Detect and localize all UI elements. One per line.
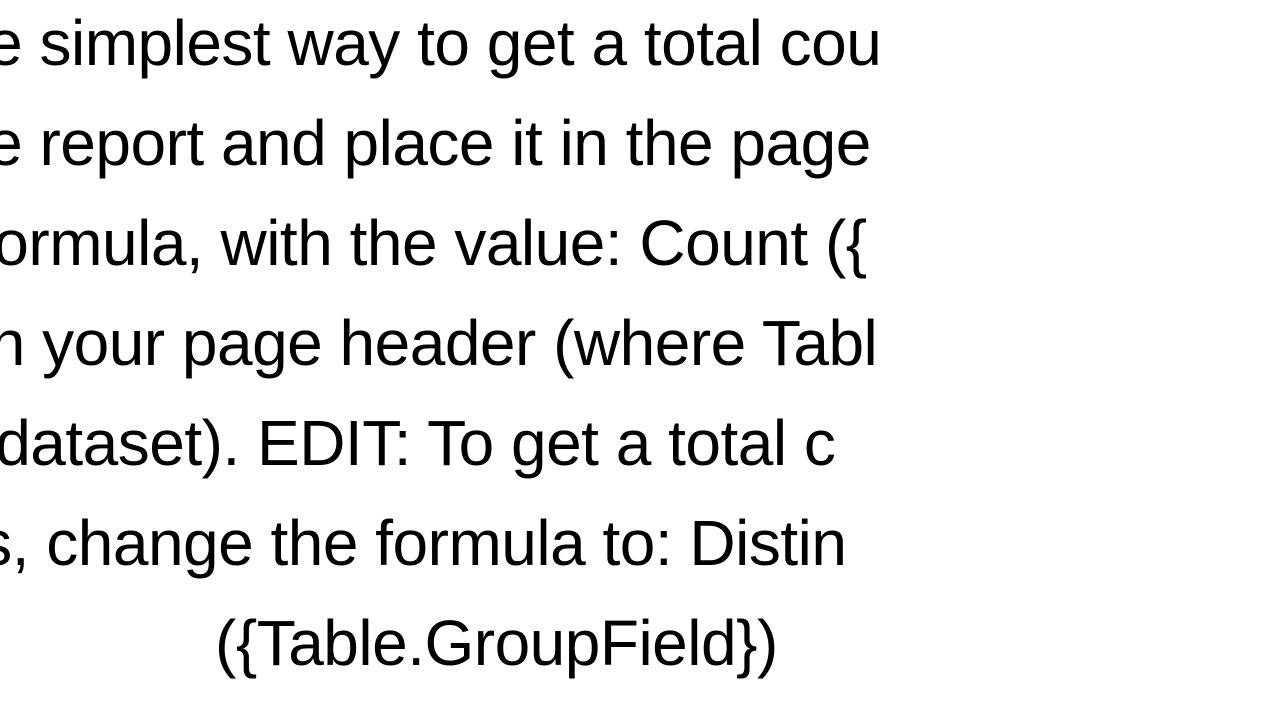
body-text-line-3: formula, with the value: Count ({ bbox=[0, 208, 867, 280]
body-text-line-1: he simplest way to get a total cou bbox=[0, 8, 881, 80]
body-text-line-2: ne report and place it in the page bbox=[0, 108, 871, 180]
body-text-line-6: ups, change the formula to: Distin bbox=[0, 508, 846, 580]
body-text-line-4: in your page header (where Tabl bbox=[0, 308, 877, 380]
body-text-line-5: ur dataset). EDIT: To get a total c bbox=[0, 408, 835, 480]
body-text-line-7: ({Table.GroupField}) bbox=[215, 608, 778, 680]
